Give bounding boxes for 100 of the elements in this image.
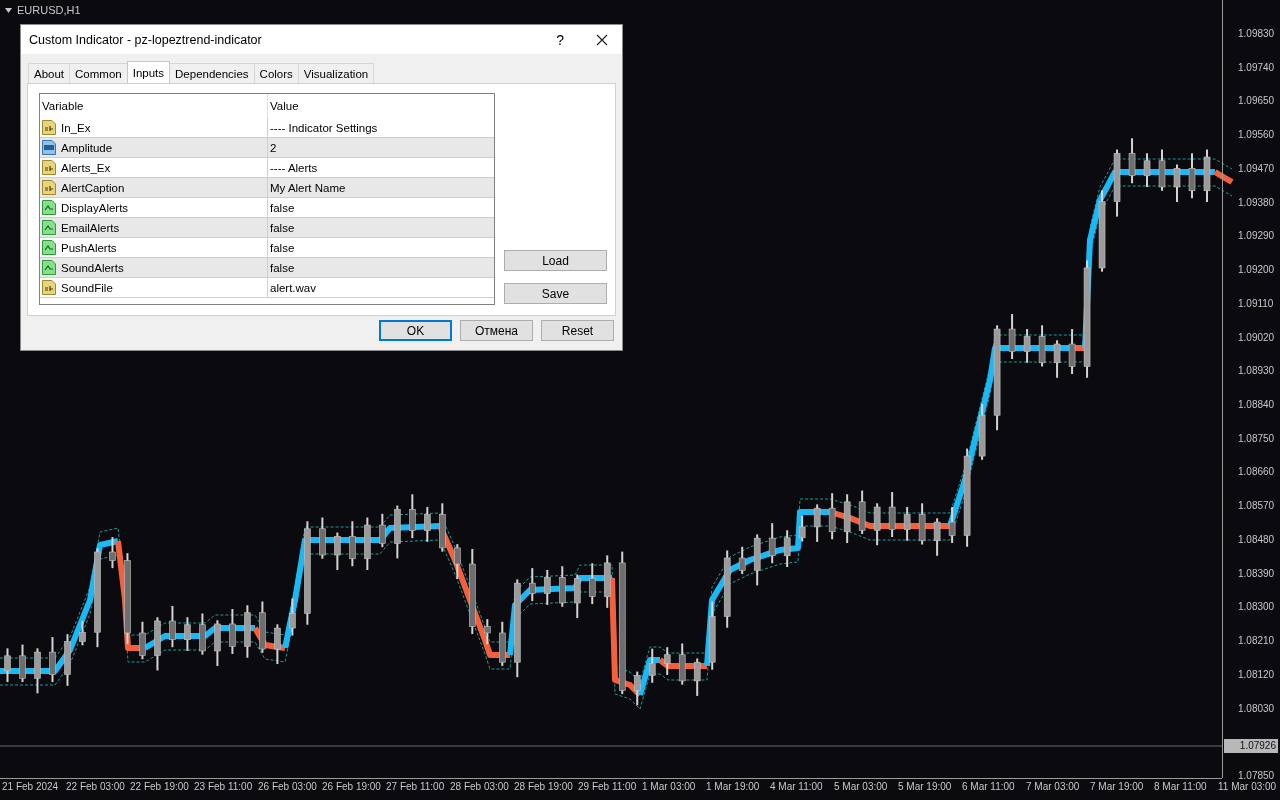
price-axis-label: 1.09470 (1238, 162, 1275, 174)
side-button[interactable]: Load (504, 250, 607, 271)
price-axis-label: 1.09020 (1238, 331, 1275, 343)
candle (34, 647, 41, 695)
dialog-button[interactable]: Reset (541, 320, 614, 341)
candle (828, 492, 836, 541)
dialog-button[interactable]: Отмена (460, 320, 533, 341)
candle (484, 618, 491, 646)
price-axis-label: 1.08030 (1238, 702, 1275, 714)
tab[interactable]: About (28, 63, 71, 83)
dialog-button[interactable]: OK (379, 320, 452, 341)
candle (738, 545, 746, 576)
price-axis-label: 1.08930 (1238, 365, 1275, 377)
candle (783, 529, 791, 568)
variable-value[interactable]: My Alert Name (270, 181, 346, 194)
variable-value[interactable]: false (270, 201, 295, 214)
price-axis-label: 1.08570 (1238, 500, 1275, 512)
time-axis-label: 29 Feb 11:00 (578, 781, 638, 792)
candle (588, 562, 596, 606)
time-axis-label: 8 Mar 11:00 (1154, 781, 1208, 792)
candle (813, 503, 821, 543)
candle (663, 646, 671, 676)
candle (454, 543, 461, 580)
candle (1188, 152, 1196, 200)
tab[interactable]: Visualization (297, 63, 375, 83)
variable-value[interactable]: ---- Alerts (270, 161, 318, 174)
candle (1203, 148, 1211, 203)
candle (933, 517, 941, 557)
variable-value[interactable]: 2 (270, 141, 277, 154)
variable-name: EmailAlerts (61, 221, 120, 234)
close-icon[interactable] (596, 33, 608, 46)
variable-value[interactable]: ---- Indicator Settings (270, 121, 378, 134)
candle (948, 506, 956, 545)
price-axis-label: 1.08840 (1238, 399, 1275, 410)
price-axis-label: 1.09740 (1238, 61, 1275, 73)
variable-name: Amplitude (61, 141, 113, 154)
price-axis-label: 1.08750 (1238, 432, 1275, 444)
time-axis-label: 26 Feb 03:00 (258, 781, 318, 792)
time-axis-label: 26 Feb 19:00 (322, 781, 382, 792)
variable-value[interactable]: false (270, 221, 295, 234)
candle (364, 516, 371, 571)
candle (349, 520, 356, 568)
candle (648, 647, 656, 684)
variable-name: AlertCaption (61, 181, 125, 194)
price-axis-label: 1.08120 (1238, 668, 1275, 680)
candle (199, 612, 206, 656)
time-axis-label: 7 Mar 19:00 (1090, 781, 1145, 792)
candle (603, 554, 611, 609)
candle (1158, 148, 1166, 192)
boolean-type-icon (42, 240, 56, 255)
boolean-type-icon (42, 220, 56, 235)
time-axis-label: 22 Feb 19:00 (130, 781, 190, 792)
candle (1053, 339, 1061, 379)
text-type-icon (42, 180, 56, 195)
time-axis-label: 1 Mar 19:00 (706, 781, 761, 792)
price-axis-label: 1.09830 (1238, 28, 1275, 39)
candle (64, 633, 71, 687)
tab[interactable]: Inputs (126, 61, 171, 83)
candle (693, 657, 701, 697)
candle (768, 522, 776, 565)
dropdown-icon[interactable] (5, 7, 12, 13)
candle (259, 600, 266, 654)
side-button[interactable]: Save (504, 283, 607, 304)
time-axis-label: 11 Mar 03:00 (1218, 781, 1278, 792)
time-axis-label: 27 Feb 11:00 (386, 781, 446, 792)
time-axis-label: 22 Feb 03:00 (66, 781, 126, 792)
time-axis-label: 28 Feb 19:00 (514, 781, 574, 792)
number-type-icon (42, 140, 56, 155)
variable-value[interactable]: alert.wav (270, 281, 317, 294)
time-axis-label: 6 Mar 11:00 (962, 781, 1016, 792)
time-axis-label: 23 Feb 11:00 (194, 781, 254, 792)
candle (499, 620, 506, 667)
candle (409, 493, 416, 540)
variable-value[interactable]: false (270, 241, 295, 254)
variable-name: SoundFile (61, 281, 113, 294)
candle (1008, 313, 1016, 360)
candle (1023, 328, 1031, 364)
time-axis-label: 1 Mar 03:00 (642, 781, 697, 792)
price-axis-label: 1.07850 (1238, 770, 1275, 781)
price-axis-label: 1.08300 (1238, 601, 1275, 613)
variable-name: In_Ex (61, 121, 91, 134)
candle (154, 616, 161, 672)
candle (184, 616, 191, 652)
help-button[interactable]: ? (552, 31, 568, 48)
candle (394, 504, 401, 560)
candle (708, 600, 716, 671)
candle (888, 491, 896, 539)
candle (139, 620, 146, 661)
candle (1068, 328, 1076, 375)
boolean-type-icon (42, 260, 56, 275)
variable-name: Alerts_Ex (61, 161, 111, 174)
variable-value[interactable]: false (270, 261, 295, 274)
candle (274, 623, 281, 666)
price-axis-label: 1.08480 (1238, 533, 1275, 545)
candle (558, 565, 566, 608)
candle (49, 636, 56, 684)
candle (1173, 163, 1181, 203)
candle (319, 516, 326, 560)
candle (79, 620, 86, 647)
tab[interactable]: Dependencies (169, 63, 255, 83)
